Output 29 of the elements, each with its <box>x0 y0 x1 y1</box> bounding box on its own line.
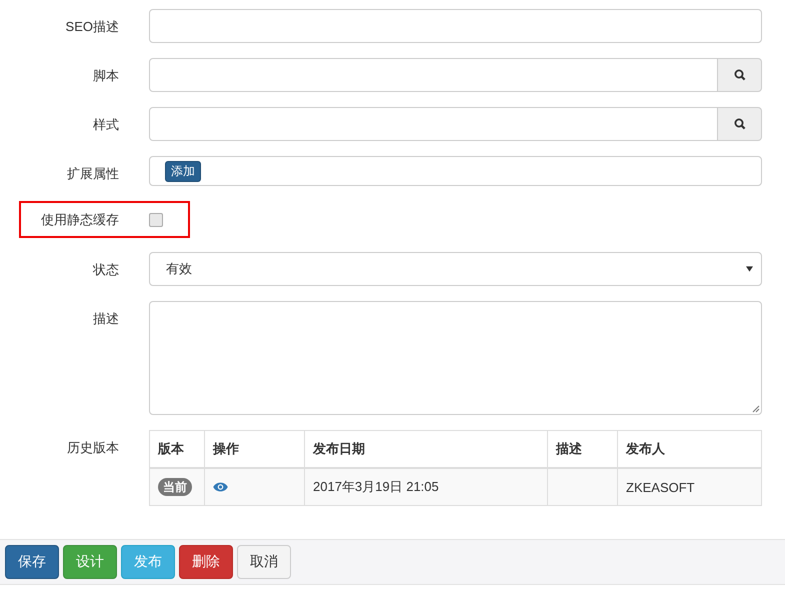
search-button[interactable] <box>718 58 762 92</box>
status-select[interactable]: 有效 <box>149 252 762 286</box>
field-label: 扩展属性 <box>66 165 119 183</box>
add-button[interactable]: 添加 <box>165 160 201 182</box>
resize-grip-icon <box>752 405 760 413</box>
action-button[interactable]: 删除 <box>179 545 233 579</box>
field-label: 状态 <box>92 261 119 279</box>
version-badge: 当前 <box>158 478 192 496</box>
eye-icon[interactable] <box>213 482 228 492</box>
caret-icon <box>746 266 753 272</box>
field-label: SEO描述 <box>64 18 119 36</box>
search-button[interactable] <box>718 107 762 141</box>
search-icon <box>734 118 746 130</box>
field-label: 样式 <box>92 116 119 134</box>
checkbox[interactable] <box>149 212 163 226</box>
text-field[interactable] <box>149 107 718 141</box>
cancel-button[interactable]: 取消 <box>237 545 291 579</box>
action-button[interactable]: 保存 <box>5 545 59 579</box>
text-field[interactable] <box>149 58 718 92</box>
action-button[interactable]: 设计 <box>63 545 117 579</box>
search-icon <box>734 69 746 81</box>
table-cell: 2017年3月19日 21:05 <box>304 468 548 506</box>
field-label: 历史版本 <box>66 439 119 457</box>
table-cell: ZKEASOFT <box>618 468 762 506</box>
textarea-field[interactable] <box>149 301 762 415</box>
field-label: 脚本 <box>92 67 119 85</box>
text-field[interactable] <box>149 9 762 43</box>
field-label: 使用静态缓存 <box>40 210 119 228</box>
field-label: 描述 <box>92 310 119 328</box>
